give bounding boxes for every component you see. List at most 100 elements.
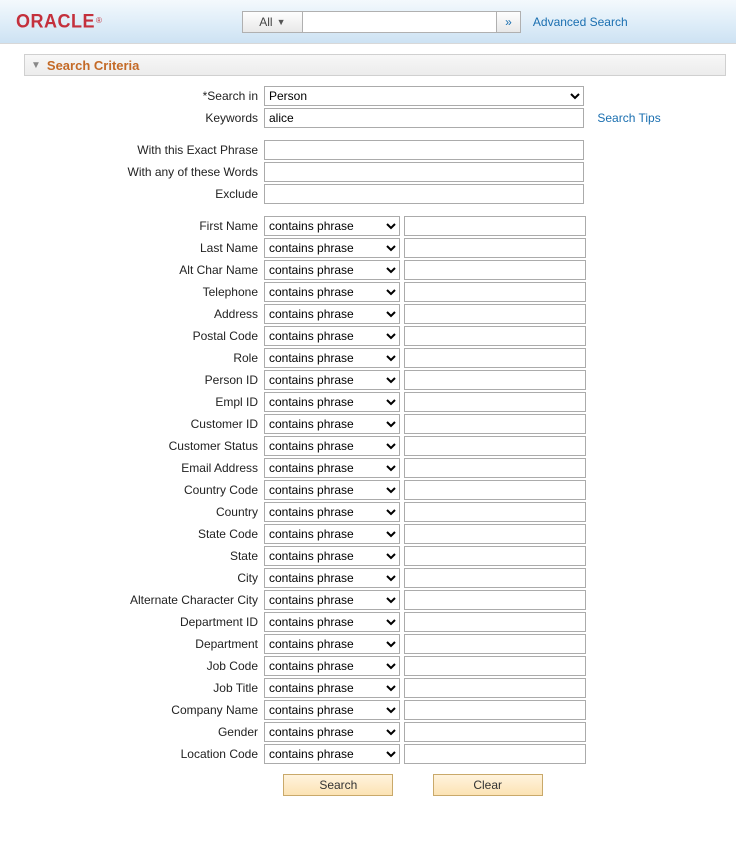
- operator-select[interactable]: contains phrase: [264, 700, 400, 720]
- search-criteria-form: *Search in Person Keywords Search Tips W…: [0, 76, 736, 816]
- field-label: State: [230, 549, 258, 563]
- value-input[interactable]: [404, 392, 586, 412]
- criteria-row: Person ID contains phrase: [24, 370, 712, 390]
- field-label: State Code: [198, 527, 258, 541]
- value-input[interactable]: [404, 414, 586, 434]
- criteria-row: Empl ID contains phrase: [24, 392, 712, 412]
- search-tips-link[interactable]: Search Tips: [597, 111, 660, 125]
- search-go-button[interactable]: »: [497, 11, 521, 33]
- global-search-input[interactable]: [302, 11, 497, 33]
- criteria-row: Department IDcontains phrase: [24, 612, 712, 632]
- criteria-row: Customer Statuscontains phrase: [24, 436, 712, 456]
- operator-select[interactable]: contains phrase: [264, 634, 400, 654]
- clear-button[interactable]: Clear: [433, 774, 543, 796]
- operator-select[interactable]: contains phrase: [264, 216, 400, 236]
- value-input[interactable]: [404, 502, 586, 522]
- field-label: Location Code: [181, 747, 258, 761]
- operator-select[interactable]: contains phrase: [264, 656, 400, 676]
- value-input[interactable]: [404, 326, 586, 346]
- value-input[interactable]: [404, 546, 586, 566]
- collapse-icon[interactable]: ▼: [31, 60, 41, 71]
- field-label: Person ID: [205, 373, 258, 387]
- section-title: Search Criteria: [47, 58, 140, 73]
- field-label: Alternate Character City: [130, 593, 258, 607]
- field-label: Country Code: [184, 483, 258, 497]
- search-in-select[interactable]: Person: [264, 86, 584, 106]
- operator-select[interactable]: contains phrase: [264, 326, 400, 346]
- value-input[interactable]: [404, 260, 586, 280]
- criteria-row: Alt Char Namecontains phrase: [24, 260, 712, 280]
- operator-select[interactable]: contains phrase: [264, 722, 400, 742]
- value-input[interactable]: [404, 370, 586, 390]
- field-label: Postal Code: [193, 329, 258, 343]
- operator-select[interactable]: contains phrase: [264, 678, 400, 698]
- value-input[interactable]: [404, 348, 586, 368]
- value-input[interactable]: [404, 524, 586, 544]
- field-label: Company Name: [171, 703, 258, 717]
- value-input[interactable]: [404, 216, 586, 236]
- criteria-row: Country Code contains phrase: [24, 480, 712, 500]
- field-label: Last Name: [200, 241, 258, 255]
- field-label: Customer ID: [191, 417, 258, 431]
- operator-select[interactable]: contains phrase: [264, 414, 400, 434]
- criteria-row: Gendercontains phrase: [24, 722, 712, 742]
- operator-select[interactable]: contains phrase: [264, 546, 400, 566]
- criteria-row: Company Name contains phrase: [24, 700, 712, 720]
- operator-select[interactable]: contains phrase: [264, 436, 400, 456]
- operator-select[interactable]: contains phrase: [264, 260, 400, 280]
- operator-select[interactable]: contains phrase: [264, 282, 400, 302]
- operator-select[interactable]: contains phrase: [264, 480, 400, 500]
- operator-select[interactable]: contains phrase: [264, 238, 400, 258]
- value-input[interactable]: [404, 304, 586, 324]
- criteria-row: Countrycontains phrase: [24, 502, 712, 522]
- operator-select[interactable]: contains phrase: [264, 590, 400, 610]
- criteria-row: Telephonecontains phrase: [24, 282, 712, 302]
- value-input[interactable]: [404, 436, 586, 456]
- exclude-input[interactable]: [264, 184, 584, 204]
- value-input[interactable]: [404, 634, 586, 654]
- operator-select[interactable]: contains phrase: [264, 524, 400, 544]
- criteria-row: First Namecontains phrase: [24, 216, 712, 236]
- search-in-row: *Search in Person: [24, 86, 712, 106]
- global-search-wrap: All ▼ » Advanced Search: [242, 11, 628, 33]
- operator-select[interactable]: contains phrase: [264, 502, 400, 522]
- value-input[interactable]: [404, 568, 586, 588]
- search-button[interactable]: Search: [283, 774, 393, 796]
- criteria-row: Address contains phrase: [24, 304, 712, 324]
- operator-select[interactable]: contains phrase: [264, 568, 400, 588]
- oracle-logo: ORACLE ®: [16, 11, 102, 32]
- value-input[interactable]: [404, 238, 586, 258]
- value-input[interactable]: [404, 744, 586, 764]
- value-input[interactable]: [404, 700, 586, 720]
- operator-select[interactable]: contains phrase: [264, 612, 400, 632]
- keywords-input[interactable]: [264, 108, 584, 128]
- criteria-row: State Code contains phrase: [24, 524, 712, 544]
- value-input[interactable]: [404, 612, 586, 632]
- search-scope-dropdown[interactable]: All ▼: [242, 11, 302, 33]
- value-input[interactable]: [404, 590, 586, 610]
- logo-text: ORACLE: [16, 10, 95, 33]
- operator-select[interactable]: contains phrase: [264, 392, 400, 412]
- operator-select[interactable]: contains phrase: [264, 348, 400, 368]
- value-input[interactable]: [404, 458, 586, 478]
- operator-select[interactable]: contains phrase: [264, 304, 400, 324]
- field-label: Empl ID: [215, 395, 258, 409]
- criteria-row: Citycontains phrase: [24, 568, 712, 588]
- chevron-right-double-icon: »: [505, 15, 512, 29]
- exact-phrase-label: With this Exact Phrase: [137, 143, 258, 157]
- any-words-input[interactable]: [264, 162, 584, 182]
- value-input[interactable]: [404, 722, 586, 742]
- operator-select[interactable]: contains phrase: [264, 458, 400, 478]
- operator-select[interactable]: contains phrase: [264, 744, 400, 764]
- value-input[interactable]: [404, 282, 586, 302]
- criteria-row: Postal Code contains phrase: [24, 326, 712, 346]
- value-input[interactable]: [404, 678, 586, 698]
- value-input[interactable]: [404, 480, 586, 500]
- value-input[interactable]: [404, 656, 586, 676]
- advanced-search-link[interactable]: Advanced Search: [533, 15, 628, 29]
- operator-select[interactable]: contains phrase: [264, 370, 400, 390]
- criteria-row: Job Title contains phrase: [24, 678, 712, 698]
- exact-phrase-input[interactable]: [264, 140, 584, 160]
- field-label: Address: [214, 307, 258, 321]
- field-label: Job Title: [213, 681, 258, 695]
